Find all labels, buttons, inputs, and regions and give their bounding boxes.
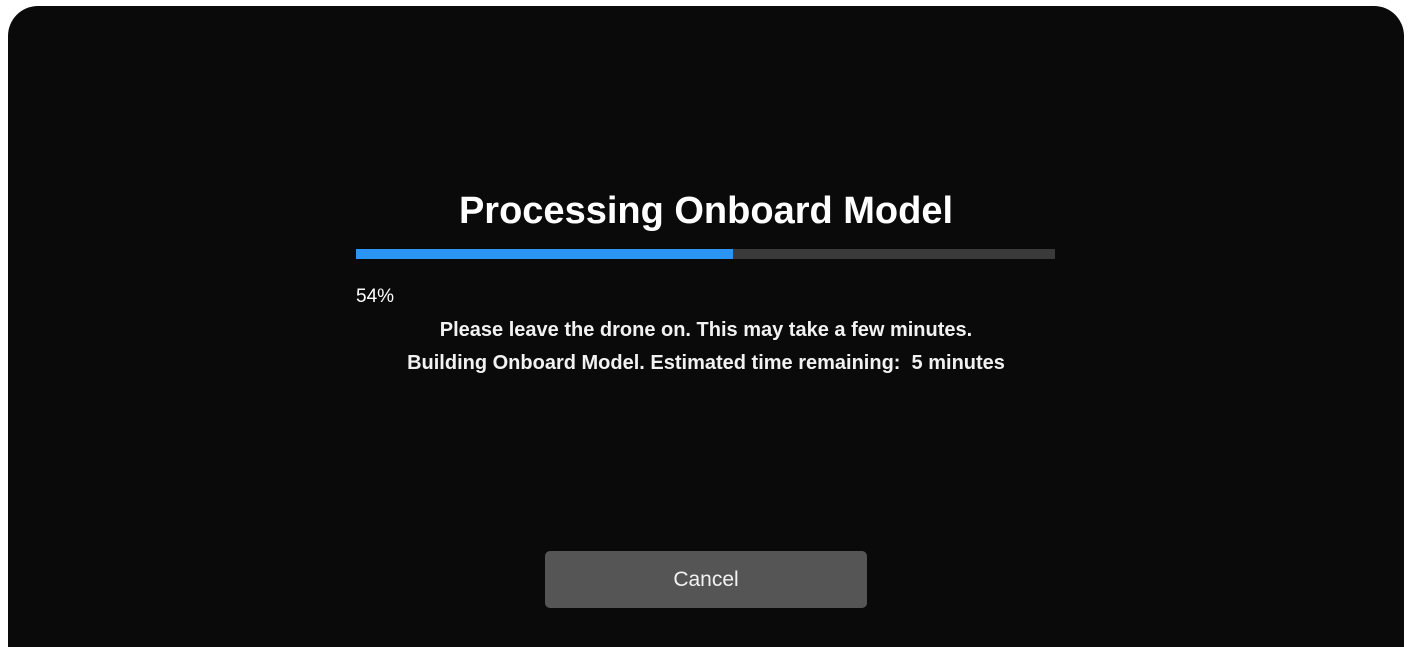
instruction-message: Please leave the drone on. This may take…	[439, 319, 973, 341]
progress-percent: 54%	[356, 286, 395, 307]
processing-screen: Processing Onboard Model 54% Please leav…	[8, 6, 1404, 647]
progress-bar	[356, 249, 1055, 259]
dialog-title: Processing Onboard Model	[458, 190, 954, 232]
progress-bar-fill	[356, 249, 734, 259]
status-message: Building Onboard Model. Estimated time r…	[407, 352, 1005, 374]
cancel-button[interactable]: Cancel	[545, 551, 867, 608]
